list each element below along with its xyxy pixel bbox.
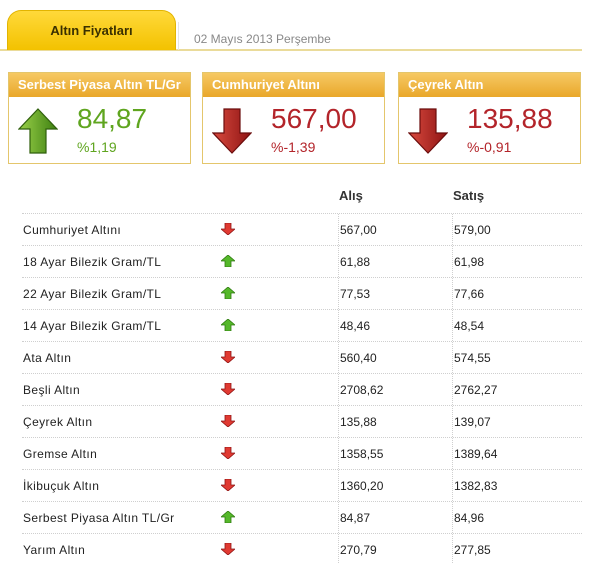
row-sell-value: 139,07 <box>454 415 491 429</box>
row-sell-value: 574,55 <box>454 351 491 365</box>
row-buy-cell: 567,00 <box>338 214 448 245</box>
table-row: Yarım Altın 270,79 277,85 <box>22 533 582 563</box>
card-change: %-1,39 <box>271 139 316 155</box>
row-buy-cell: 270,79 <box>338 534 448 563</box>
arrow-up-icon <box>219 286 237 302</box>
row-sell-value: 1389,64 <box>454 447 498 461</box>
table-row: 14 Ayar Bilezik Gram/TL 48,46 48,54 <box>22 309 582 341</box>
row-buy-value: 61,88 <box>340 255 371 269</box>
row-sell-cell: 277,85 <box>452 534 582 563</box>
table-row: Ata Altın 560,40 574,55 <box>22 341 582 373</box>
arrow-down-icon <box>219 446 237 462</box>
row-sell-cell: 84,96 <box>452 502 582 533</box>
row-buy-value: 77,53 <box>340 287 371 301</box>
row-sell-value: 48,54 <box>454 319 485 333</box>
row-name: 14 Ayar Bilezik Gram/TL <box>23 319 162 333</box>
table-row: Cumhuriyet Altını 567,00 579,00 <box>22 213 582 245</box>
row-sell-value: 77,66 <box>454 287 485 301</box>
arrow-down-icon <box>219 478 237 494</box>
row-buy-cell: 48,46 <box>338 310 448 341</box>
card-price: 84,87 <box>77 103 148 134</box>
row-sell-value: 277,85 <box>454 543 491 557</box>
header-tabbar: Altın Fiyatları 02 Mayıs 2013 Perşembe <box>0 0 590 52</box>
row-buy-cell: 84,87 <box>338 502 448 533</box>
arrow-down-icon <box>219 414 237 430</box>
row-sell-value: 2762,27 <box>454 383 498 397</box>
row-buy-cell: 1360,20 <box>338 470 448 501</box>
row-buy-value: 48,46 <box>340 319 371 333</box>
arrow-up-icon <box>219 510 237 526</box>
row-sell-cell: 77,66 <box>452 278 582 309</box>
table-row: İkibuçuk Altın 1360,20 1382,83 <box>22 469 582 501</box>
row-buy-cell: 2708,62 <box>338 374 448 405</box>
arrow-down-icon <box>219 382 237 398</box>
card-change: %1,19 <box>77 139 117 155</box>
row-buy-value: 270,79 <box>340 543 377 557</box>
arrow-down-icon <box>219 350 237 366</box>
card-title: Çeyrek Altın <box>399 73 580 97</box>
row-buy-value: 84,87 <box>340 511 371 525</box>
card-title: Serbest Piyasa Altın TL/Gr <box>9 73 190 97</box>
row-name: 18 Ayar Bilezik Gram/TL <box>23 255 162 269</box>
card-title: Cumhuriyet Altını <box>203 73 384 97</box>
row-sell-value: 579,00 <box>454 223 491 237</box>
row-buy-value: 567,00 <box>340 223 377 237</box>
row-name: Çeyrek Altın <box>23 415 93 429</box>
row-name: Yarım Altın <box>23 543 86 557</box>
row-buy-cell: 1358,55 <box>338 438 448 469</box>
row-buy-cell: 77,53 <box>338 278 448 309</box>
row-buy-value: 135,88 <box>340 415 377 429</box>
summary-card-serbest-piyasa: Serbest Piyasa Altın TL/Gr 84,87 %1,19 <box>8 72 191 164</box>
row-sell-cell: 574,55 <box>452 342 582 373</box>
row-sell-value: 84,96 <box>454 511 485 525</box>
row-sell-value: 1382,83 <box>454 479 498 493</box>
row-sell-cell: 1382,83 <box>452 470 582 501</box>
card-price: 567,00 <box>271 103 357 134</box>
row-sell-cell: 61,98 <box>452 246 582 277</box>
row-sell-cell: 579,00 <box>452 214 582 245</box>
row-sell-cell: 2762,27 <box>452 374 582 405</box>
current-date: 02 Mayıs 2013 Perşembe <box>194 32 331 46</box>
row-name: Cumhuriyet Altını <box>23 223 122 237</box>
table-row: 18 Ayar Bilezik Gram/TL 61,88 61,98 <box>22 245 582 277</box>
arrow-up-icon <box>219 318 237 334</box>
column-header-buy: Alış <box>339 188 363 203</box>
table-row: 22 Ayar Bilezik Gram/TL 77,53 77,66 <box>22 277 582 309</box>
row-buy-value: 560,40 <box>340 351 377 365</box>
row-sell-value: 61,98 <box>454 255 485 269</box>
table-row: Serbest Piyasa Altın TL/Gr 84,87 84,96 <box>22 501 582 533</box>
column-header-sell: Satış <box>453 188 485 203</box>
row-name: İkibuçuk Altın <box>23 479 100 493</box>
row-buy-value: 1358,55 <box>340 447 384 461</box>
row-name: Ata Altın <box>23 351 72 365</box>
row-buy-value: 2708,62 <box>340 383 384 397</box>
row-name: Serbest Piyasa Altın TL/Gr <box>23 511 175 525</box>
row-name: 22 Ayar Bilezik Gram/TL <box>23 287 162 301</box>
row-buy-cell: 61,88 <box>338 246 448 277</box>
price-table: Cumhuriyet Altını 567,00 579,00 18 Ayar Bil… <box>22 213 582 563</box>
row-buy-cell: 560,40 <box>338 342 448 373</box>
row-sell-cell: 48,54 <box>452 310 582 341</box>
table-row: Çeyrek Altın 135,88 139,07 <box>22 405 582 437</box>
row-sell-cell: 1389,64 <box>452 438 582 469</box>
tab-altin-fiyatlari[interactable]: Altın Fiyatları <box>7 10 176 50</box>
card-change: %-0,91 <box>467 139 512 155</box>
table-row: Beşli Altın 2708,62 2762,27 <box>22 373 582 405</box>
row-sell-cell: 139,07 <box>452 406 582 437</box>
row-name: Gremse Altın <box>23 447 98 461</box>
summary-card-ceyrek: Çeyrek Altın 135,88 %-0,91 <box>398 72 581 164</box>
card-price: 135,88 <box>467 103 553 134</box>
row-name: Beşli Altın <box>23 383 81 397</box>
table-row: Gremse Altın 1358,55 1389,64 <box>22 437 582 469</box>
arrow-down-icon <box>219 222 237 238</box>
arrow-down-icon <box>219 542 237 558</box>
tab-divider <box>178 22 179 50</box>
summary-card-cumhuriyet: Cumhuriyet Altını 567,00 %-1,39 <box>202 72 385 164</box>
arrow-up-icon <box>219 254 237 270</box>
row-buy-value: 1360,20 <box>340 479 384 493</box>
row-buy-cell: 135,88 <box>338 406 448 437</box>
